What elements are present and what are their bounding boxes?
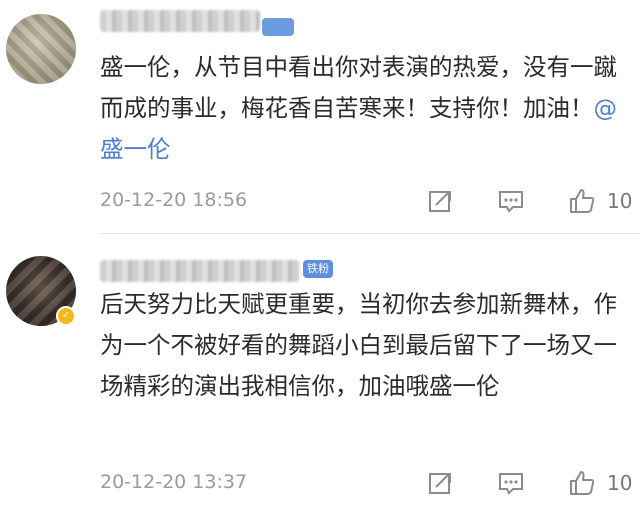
like-count: 10 xyxy=(607,189,633,213)
timestamp: 20-12-20 13:37 xyxy=(100,471,248,493)
like-count: 10 xyxy=(607,471,633,495)
like-icon[interactable] xyxy=(567,468,597,498)
comment-text: 后天努力比天赋更重要，当初你去参加新舞林，作为一个不被好看的舞蹈小白到最后留下了… xyxy=(100,290,617,400)
comment-icon[interactable] xyxy=(496,186,526,216)
comment-body: 盛一伦，从节目中看出你对表演的热爱，没有一蹴而成的事业，梅花香自苦寒来！支持你！… xyxy=(100,53,617,122)
user-badge xyxy=(262,18,294,36)
verified-badge-icon: ✓ xyxy=(56,306,76,326)
username-blurred[interactable] xyxy=(100,260,300,282)
comment-item: 盛一伦，从节目中看出你对表演的热爱，没有一蹴而成的事业，梅花香自苦寒来！支持你！… xyxy=(0,0,640,232)
username-blurred[interactable] xyxy=(100,10,260,32)
share-icon[interactable] xyxy=(425,468,455,498)
user-badge: 铁粉 xyxy=(303,260,333,278)
share-icon[interactable] xyxy=(425,186,455,216)
timestamp: 20-12-20 18:56 xyxy=(100,189,248,211)
divider xyxy=(100,233,640,234)
comment-text: 盛一伦，从节目中看出你对表演的热爱，没有一蹴而成的事业，梅花香自苦寒来！支持你！… xyxy=(100,47,628,170)
comment-item: ✓ 铁粉 后天努力比天赋更重要，当初你去参加新舞林，作为一个不被好看的舞蹈小白到… xyxy=(0,238,640,517)
like-icon[interactable] xyxy=(567,186,597,216)
comment-icon[interactable] xyxy=(496,468,526,498)
avatar[interactable] xyxy=(6,14,76,84)
